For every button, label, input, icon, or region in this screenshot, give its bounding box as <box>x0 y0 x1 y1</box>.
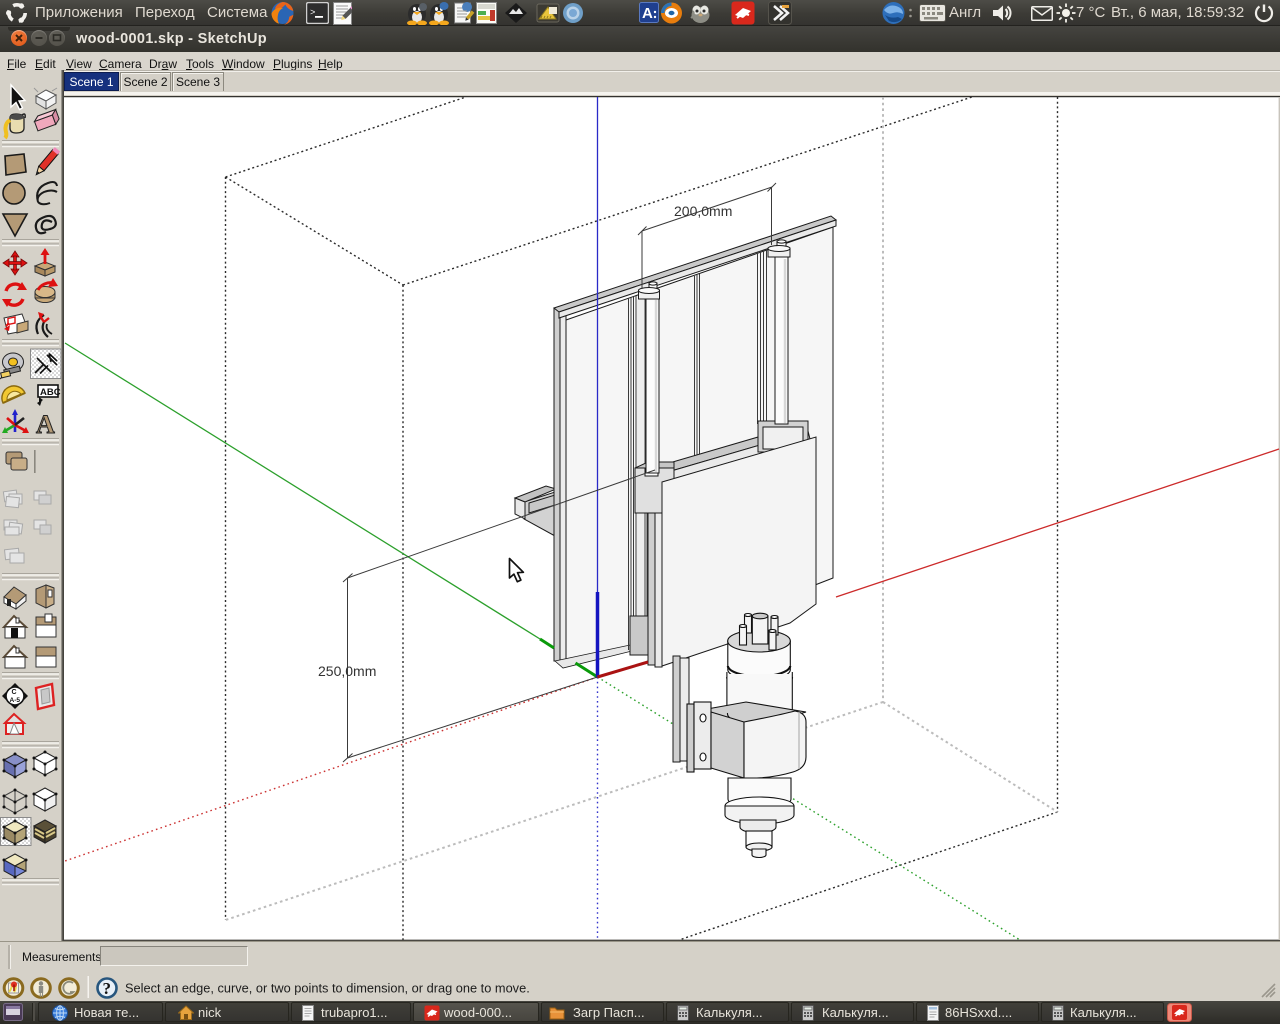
svg-text:Select an edge, curve, or two: Select an edge, curve, or two points to … <box>125 981 530 996</box>
svg-text:A-5: A-5 <box>10 697 21 704</box>
svg-text:C: C <box>12 689 17 696</box>
svg-text:200,0mm: 200,0mm <box>674 203 732 219</box>
svg-text:?: ? <box>103 979 112 998</box>
svg-text:250,0mm: 250,0mm <box>318 663 376 679</box>
svg-text:>: > <box>310 8 315 18</box>
svg-text:A: A <box>642 5 653 22</box>
svg-text:A: A <box>36 410 55 439</box>
svg-text:ABC: ABC <box>40 387 61 398</box>
